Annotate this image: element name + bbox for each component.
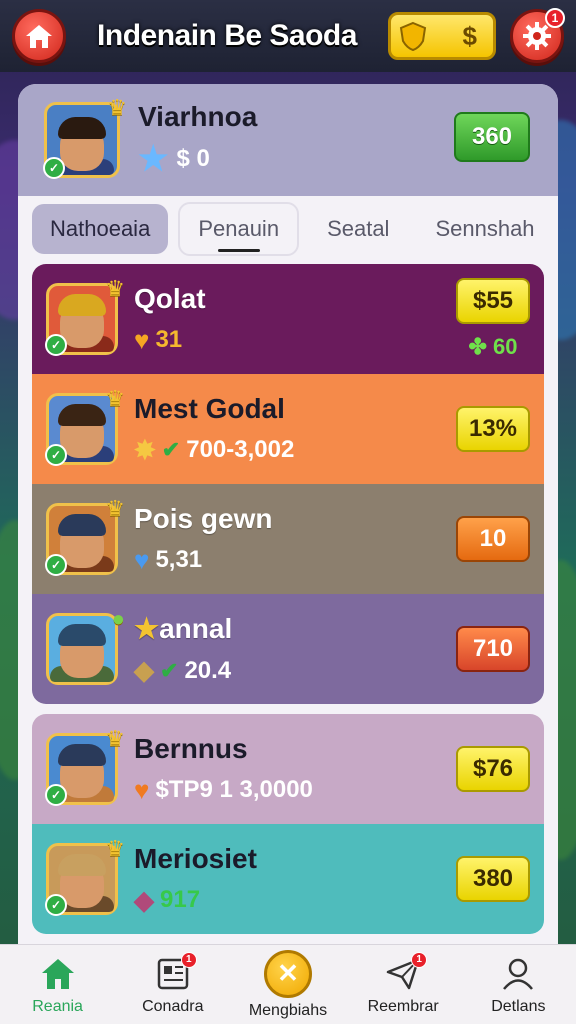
avatar: ♛ ✓ (45, 726, 125, 806)
list-group: ♛ ✓ Qolat ♥ 31 $55 ✤ 60 ♛ ✓ Mest Godal ✸… (32, 264, 544, 704)
nav-label: Reembrar (367, 997, 439, 1015)
row-name: Bernnus (134, 732, 248, 764)
player-sub-value: $ 0 (176, 145, 210, 172)
list-item[interactable]: ♛ ✓ Qolat ♥ 31 $55 ✤ 60 (32, 264, 544, 374)
tab-sennshah[interactable]: Sennshah (417, 204, 552, 254)
top-bar: Indenain Be Saoda $ 1 (0, 0, 576, 72)
list-item[interactable]: ♛ ✓ Pois gewn ♥ 5,31 10 (32, 484, 544, 594)
star-icon: ★ (134, 613, 160, 644)
puzzle-icon: ✸ (134, 434, 156, 465)
nav-label: Mengbiahs (248, 1001, 328, 1019)
heart-icon: ♥ (134, 774, 150, 805)
nav-item-reembrar[interactable]: 1 Reembrar (348, 951, 458, 1016)
home-button[interactable] (12, 9, 66, 63)
nav-item-conadra[interactable]: 1 Conadra (118, 951, 228, 1016)
player-score[interactable]: 360 (454, 112, 530, 162)
nav-item-mengbiahs[interactable]: ✕ Mengbiahs (233, 949, 343, 1020)
player-profile[interactable]: ♛ ✓ Viarhnoa ★ $ 0 360 (18, 84, 558, 196)
close-icon: ✕ (263, 949, 312, 998)
leaderboard-list: ♛ ✓ Qolat ♥ 31 $55 ✤ 60 ♛ ✓ Mest Godal ✸… (32, 264, 544, 958)
check-icon: ✓ (45, 894, 67, 916)
list-item[interactable]: ● ★annal ◆ ✔ 20.4 710 (32, 594, 544, 704)
user-icon (503, 958, 534, 990)
list-item[interactable]: ♛ ✓ Meriosiet ◆ 917 380 (32, 824, 544, 934)
check-icon: ✓ (45, 554, 67, 576)
settings-button[interactable]: 1 (510, 8, 565, 63)
list-item[interactable]: ♛ ✓ Bernnus ♥ $TP9 1 3,0000 $76 (32, 714, 544, 824)
player-name: Viarhnoa (138, 101, 258, 132)
nav-item-detlans[interactable]: Detlans (463, 954, 573, 1016)
row-stat: 20.4 (184, 656, 232, 684)
row-value[interactable]: 10 (456, 516, 530, 562)
star-icon: ★ (138, 140, 169, 178)
row-name: Meriosiet (134, 842, 257, 874)
home-icon (41, 958, 74, 989)
row-name: Pois gewn (134, 502, 273, 534)
currency-value: $ (462, 20, 477, 51)
check-icon: ✓ (45, 334, 67, 356)
tab-nathoeaia[interactable]: Nathoeaia (32, 204, 169, 254)
tab-seatal[interactable]: Seatal (309, 204, 407, 254)
bottom-nav: Reania 1 Conadra ✕ Mengbiahs 1 Reembrar (0, 944, 576, 1024)
main-panel: ♛ ✓ Viarhnoa ★ $ 0 360 Nathoeaia Penauin… (18, 84, 558, 964)
clover-icon: ✤ (468, 334, 487, 359)
row-stat: 917 (160, 886, 201, 913)
home-icon (26, 25, 52, 48)
row-stat: 5,31 (155, 546, 203, 573)
tab-penauin[interactable]: Penauin (178, 202, 300, 256)
nav-label: Detlans (491, 997, 546, 1015)
crown-icon: ♛ (105, 496, 125, 521)
currency-pill[interactable]: $ (388, 12, 496, 60)
tab-label: Penauin (198, 216, 280, 241)
row-value[interactable]: 13% (456, 406, 530, 452)
row-stat: $TP9 1 3,0000 (155, 776, 313, 803)
list-group: ♛ ✓ Bernnus ♥ $TP9 1 3,0000 $76 ♛ ✓ Meri… (32, 714, 544, 934)
avatar: ♛ ✓ (45, 276, 125, 356)
gem-icon: ◆ (134, 884, 154, 915)
heart-icon: ♥ (134, 324, 150, 355)
avatar: ♛ ✓ (43, 95, 127, 179)
nav-badge: 1 (180, 951, 197, 968)
check-circle-icon: ✔ (161, 437, 181, 462)
avatar: ♛ ✓ (45, 836, 125, 916)
row-name: Qolat (134, 282, 206, 314)
crown-icon: ♛ (105, 276, 125, 301)
check-circle-icon: ✔ (160, 657, 179, 683)
nav-badge: 1 (411, 951, 428, 968)
crown-icon: ♛ (105, 386, 125, 411)
row-name: ★annal (134, 613, 233, 644)
nav-label: Reania (32, 997, 83, 1015)
nav-item-reania[interactable]: Reania (3, 954, 113, 1016)
app-title: Indenain Be Saoda (97, 19, 357, 52)
check-icon: ✓ (45, 784, 67, 806)
tab-bar: Nathoeaia Penauin Seatal Sennshah (18, 196, 558, 262)
nav-label: Conadra (142, 997, 204, 1015)
row-stat: 31 (155, 326, 183, 353)
row-value[interactable]: 710 (456, 626, 530, 672)
crown-icon: ♛ (105, 726, 125, 751)
notification-badge: 1 (545, 8, 565, 28)
crown-icon: ♛ (107, 95, 127, 120)
avatar: ♛ ✓ (45, 386, 125, 466)
check-icon: ✓ (45, 444, 67, 466)
tab-underline (217, 249, 260, 252)
check-icon: ✓ (43, 157, 65, 179)
row-value[interactable]: 380 (456, 856, 530, 902)
row-sub-value: ✤ 60 (468, 334, 518, 359)
row-stat: 700-3,002 (186, 436, 295, 463)
shield-icon (399, 21, 427, 51)
avatar: ● (46, 606, 125, 685)
row-value[interactable]: $55 (456, 278, 530, 324)
list-item[interactable]: ♛ ✓ Mest Godal ✸ ✔ 700-3,002 13% (32, 374, 544, 484)
row-value[interactable]: $76 (456, 746, 530, 792)
gem-icon: ◆ (134, 655, 154, 685)
heart-icon: ♥ (134, 544, 150, 575)
crown-icon: ♛ (105, 836, 125, 861)
avatar: ♛ ✓ (45, 496, 125, 576)
row-name: Mest Godal (134, 392, 285, 424)
crown-icon: ● (111, 606, 125, 631)
